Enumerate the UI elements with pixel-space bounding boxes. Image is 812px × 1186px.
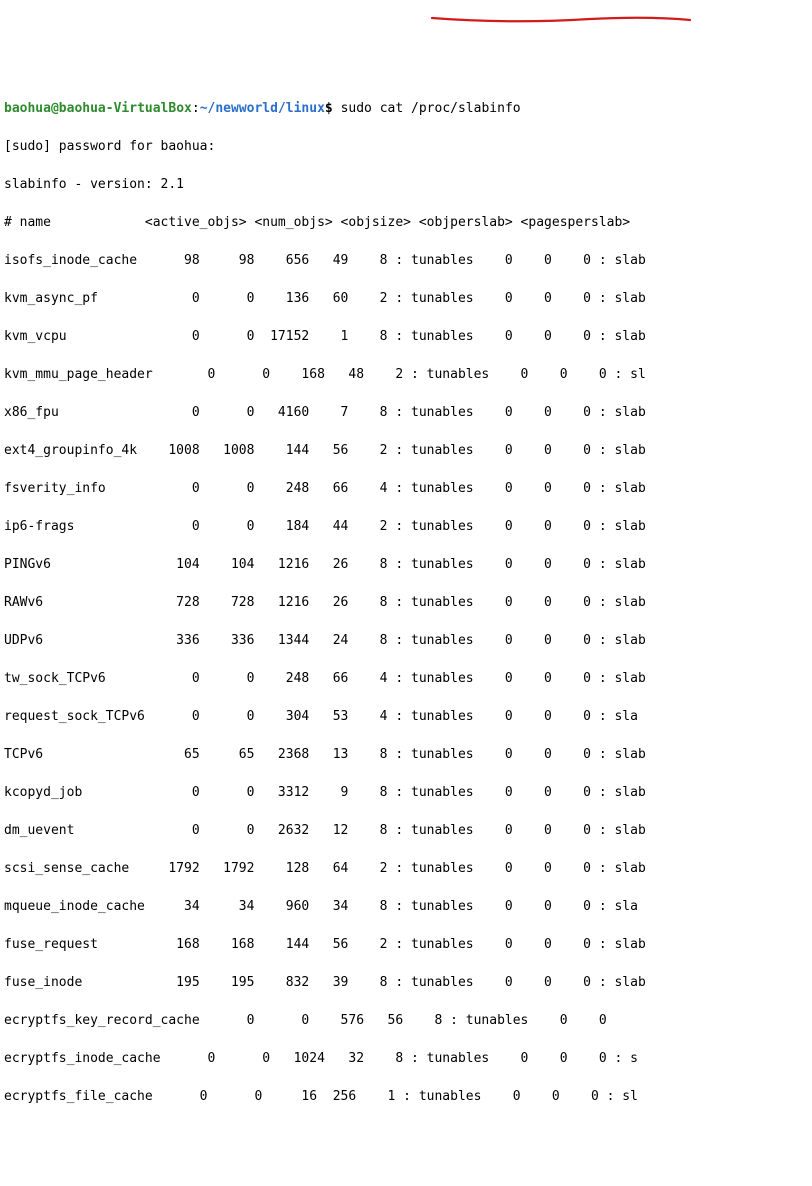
command-text: sudo cat /proc/slabinfo: [341, 101, 521, 116]
table-row: UDPv6 336 336 1344 24 8 : tunables 0 0 0…: [4, 631, 808, 650]
table-row: PINGv6 104 104 1216 26 8 : tunables 0 0 …: [4, 555, 808, 574]
prompt-colon: :: [192, 101, 200, 116]
table-row: mqueue_inode_cache 34 34 960 34 8 : tuna…: [4, 897, 808, 916]
table-row: scsi_sense_cache 1792 1792 128 64 2 : tu…: [4, 859, 808, 878]
table-row: RAWv6 728 728 1216 26 8 : tunables 0 0 0…: [4, 593, 808, 612]
table-row: ip6-frags 0 0 184 44 2 : tunables 0 0 0 …: [4, 517, 808, 536]
table-row: kcopyd_job 0 0 3312 9 8 : tunables 0 0 0…: [4, 783, 808, 802]
red-underline-annotation: [430, 14, 700, 26]
prompt-user: baohua: [4, 101, 51, 116]
table-row: x86_fpu 0 0 4160 7 8 : tunables 0 0 0 : …: [4, 403, 808, 422]
table-row: fuse_request 168 168 144 56 2 : tunables…: [4, 935, 808, 954]
prompt-at: @: [51, 101, 59, 116]
prompt-line: baohua@baohua-VirtualBox:~/newworld/linu…: [4, 99, 808, 118]
prompt-dollar: $: [325, 101, 341, 116]
table-row: TCPv6 65 65 2368 13 8 : tunables 0 0 0 :…: [4, 745, 808, 764]
table-row: kvm_mmu_page_header 0 0 168 48 2 : tunab…: [4, 365, 808, 384]
prompt-host: baohua-VirtualBox: [59, 101, 192, 116]
terminal-output: baohua@baohua-VirtualBox:~/newworld/linu…: [4, 80, 808, 1125]
prompt-path: ~/newworld/linux: [200, 101, 325, 116]
sudo-password-line: [sudo] password for baohua:: [4, 137, 808, 156]
table-row: ext4_groupinfo_4k 1008 1008 144 56 2 : t…: [4, 441, 808, 460]
table-row: isofs_inode_cache 98 98 656 49 8 : tunab…: [4, 251, 808, 270]
table-row: fuse_inode 195 195 832 39 8 : tunables 0…: [4, 973, 808, 992]
version-line: slabinfo - version: 2.1: [4, 175, 808, 194]
table-row: kvm_vcpu 0 0 17152 1 8 : tunables 0 0 0 …: [4, 327, 808, 346]
table-row: dm_uevent 0 0 2632 12 8 : tunables 0 0 0…: [4, 821, 808, 840]
table-row: kvm_async_pf 0 0 136 60 2 : tunables 0 0…: [4, 289, 808, 308]
table-row: ecryptfs_inode_cache 0 0 1024 32 8 : tun…: [4, 1049, 808, 1068]
header-line: # name <active_objs> <num_objs> <objsize…: [4, 213, 808, 232]
table-row: tw_sock_TCPv6 0 0 248 66 4 : tunables 0 …: [4, 669, 808, 688]
table-row: ecryptfs_file_cache 0 0 16 256 1 : tunab…: [4, 1087, 808, 1106]
table-row: request_sock_TCPv6 0 0 304 53 4 : tunabl…: [4, 707, 808, 726]
table-row: ecryptfs_key_record_cache 0 0 576 56 8 :…: [4, 1011, 808, 1030]
table-row: fsverity_info 0 0 248 66 4 : tunables 0 …: [4, 479, 808, 498]
